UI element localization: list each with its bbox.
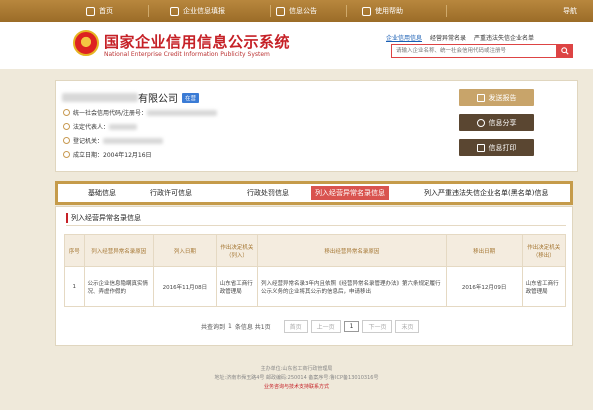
info-row-founded: 成立日期： 2004年12月16日 bbox=[63, 150, 152, 159]
print-button[interactable]: 信息打印 bbox=[459, 139, 534, 156]
founded-label: 成立日期： bbox=[73, 152, 104, 159]
row-remove-reason: 列入经营异常名录3年内且依照《经营异常名录管理办法》第六条规定履行公示义务的企业… bbox=[257, 266, 447, 307]
info-row-authority: 登记机关： bbox=[63, 136, 164, 145]
tab-license-info[interactable]: 行政许可信息 bbox=[146, 186, 196, 200]
system-title: 国家企业信用信息公示系统 bbox=[104, 33, 291, 51]
nav-help-label: 使用帮助 bbox=[375, 7, 403, 15]
col-header: 序号 bbox=[64, 234, 85, 267]
building-icon bbox=[63, 137, 70, 144]
info-row-legal-rep: 法定代表人： bbox=[63, 122, 138, 131]
legal-rep-label: 法定代表人： bbox=[73, 124, 110, 131]
nav-home[interactable]: 首页 bbox=[86, 0, 113, 22]
national-emblem-icon bbox=[73, 30, 99, 56]
authority-label: 登记机关： bbox=[73, 138, 104, 145]
first-page-button[interactable]: 首页 bbox=[283, 320, 308, 333]
nav-report[interactable]: 企业信息填报 bbox=[170, 0, 225, 22]
site-footer: 主办单位:山东省工商行政管理局 地址:济南市舜玉路4号 邮政编码:250014 … bbox=[0, 360, 593, 410]
nav-notice-label: 信息公告 bbox=[289, 7, 317, 15]
send-report-label: 发送报告 bbox=[488, 93, 517, 102]
search-tab-abnormal[interactable]: 经营异常名录 bbox=[430, 33, 466, 42]
total-count: 1 bbox=[228, 323, 232, 330]
footer-address: 地址:济南市舜玉路4号 邮政编码:250014 备案序号:鲁ICP备130103… bbox=[214, 375, 379, 381]
masked-legal-rep bbox=[109, 123, 138, 130]
col-header: 移出日期 bbox=[445, 234, 523, 267]
prev-page-button[interactable]: 上一页 bbox=[310, 320, 341, 333]
info-row-credit-code: 统一社会信用代码/注册号： bbox=[63, 108, 218, 117]
abnormal-list-table: 序号 列入经营异常名录原因 列入日期 作出决定机关（列入） 移出经营异常名录原因… bbox=[64, 234, 567, 307]
search-tab-credit[interactable]: 企业信用信息 bbox=[386, 33, 422, 42]
nav-notice[interactable]: 信息公告 bbox=[276, 0, 317, 22]
top-nav: 首页 企业信息填报 信息公告 使用帮助 导航 bbox=[0, 0, 593, 22]
person-icon bbox=[63, 123, 70, 130]
nav-divider bbox=[148, 5, 149, 17]
section-divider bbox=[66, 225, 566, 226]
credit-code-label: 统一社会信用代码/注册号： bbox=[73, 110, 148, 117]
print-label: 信息打印 bbox=[488, 143, 517, 152]
nav-divider bbox=[446, 5, 447, 17]
section-title: 列入经营异常名录信息 bbox=[66, 213, 141, 223]
send-icon bbox=[476, 93, 485, 102]
send-report-button[interactable]: 发送报告 bbox=[459, 89, 534, 106]
footer-host: 主办单位:山东省工商行政管理局 bbox=[260, 366, 333, 372]
col-header: 列入日期 bbox=[152, 234, 217, 267]
notice-icon bbox=[276, 6, 285, 16]
table-row: 1 公示企业信息隐瞒真实情况、弄虚作假的 2016年11月08日 山东省工商行政… bbox=[64, 266, 567, 307]
tab-basic-info[interactable]: 基础信息 bbox=[84, 186, 120, 200]
nav-guide-label: 导航 bbox=[563, 7, 577, 15]
nav-home-label: 首页 bbox=[99, 7, 113, 15]
share-label: 信息分享 bbox=[488, 118, 517, 127]
company-name-suffix: 有限公司 bbox=[138, 94, 178, 105]
next-page-button[interactable]: 下一页 bbox=[362, 320, 393, 333]
col-header: 作出决定机关（列入） bbox=[215, 234, 259, 267]
tab-abnormal-list[interactable]: 列入经营异常名录信息 bbox=[311, 186, 389, 200]
home-icon bbox=[86, 6, 95, 16]
printer-icon bbox=[476, 143, 485, 152]
total-prefix: 共查询到 bbox=[201, 324, 226, 331]
total-suffix: 条信息 共1页 bbox=[234, 324, 271, 331]
col-header: 移出经营异常名录原因 bbox=[257, 234, 447, 267]
masked-authority bbox=[103, 137, 164, 144]
company-name: 有限公司 在营 bbox=[62, 90, 200, 105]
search-button[interactable] bbox=[557, 44, 573, 58]
col-header: 列入经营异常名录原因 bbox=[83, 234, 154, 267]
masked-credit-code bbox=[147, 109, 218, 116]
row-list-authority: 山东省工商行政管理局 bbox=[215, 266, 259, 307]
pagination: 共查询到 1 条信息 共1页 首页 上一页 1 下一页 末页 bbox=[201, 320, 420, 333]
system-subtitle: National Enterprise Credit Information P… bbox=[104, 51, 270, 58]
nav-help[interactable]: 使用帮助 bbox=[362, 0, 403, 22]
col-header: 作出决定机关（移出） bbox=[521, 234, 567, 267]
calendar-icon bbox=[63, 151, 70, 158]
nav-divider bbox=[270, 5, 271, 17]
last-page-button[interactable]: 末页 bbox=[395, 320, 420, 333]
search-tab-blacklist[interactable]: 严重违法失信企业名单 bbox=[474, 33, 534, 42]
row-list-date: 2016年11月08日 bbox=[152, 266, 217, 307]
share-button[interactable]: 信息分享 bbox=[459, 114, 534, 131]
search-icon bbox=[561, 47, 569, 55]
id-card-icon bbox=[63, 109, 70, 116]
share-icon bbox=[476, 118, 485, 127]
table-header-row: 序号 列入经营异常名录原因 列入日期 作出决定机关（列入） 移出经营异常名录原因… bbox=[64, 234, 567, 267]
founded-value: 2004年12月16日 bbox=[103, 152, 152, 159]
current-page-button[interactable]: 1 bbox=[343, 321, 360, 332]
detail-tabs: 基础信息 行政许可信息 行政处罚信息 列入经营异常名录信息 列入严重违法失信企业… bbox=[55, 181, 573, 205]
row-list-reason: 公示企业信息隐瞒真实情况、弄虚作假的 bbox=[83, 266, 154, 307]
status-badge: 在营 bbox=[182, 92, 200, 103]
row-remove-authority: 山东省工商行政管理局 bbox=[521, 266, 567, 307]
row-remove-date: 2016年12月09日 bbox=[445, 266, 523, 307]
masked-company-name bbox=[62, 93, 138, 102]
nav-divider bbox=[346, 5, 347, 17]
tab-penalty-info[interactable]: 行政处罚信息 bbox=[243, 186, 293, 200]
search-input[interactable] bbox=[391, 44, 557, 58]
row-index: 1 bbox=[64, 266, 85, 307]
nav-report-label: 企业信息填报 bbox=[183, 7, 225, 15]
nav-guide[interactable]: 导航 bbox=[563, 0, 577, 22]
help-icon bbox=[362, 6, 371, 16]
tab-blacklist[interactable]: 列入严重违法失信企业名单(黑名单)信息 bbox=[420, 186, 552, 200]
search-type-tabs: 企业信用信息 经营异常名录 严重违法失信企业名单 bbox=[386, 33, 534, 42]
footer-support-link[interactable]: 业务咨询与技术支持联系方式 bbox=[0, 383, 593, 392]
edit-icon bbox=[170, 6, 179, 16]
